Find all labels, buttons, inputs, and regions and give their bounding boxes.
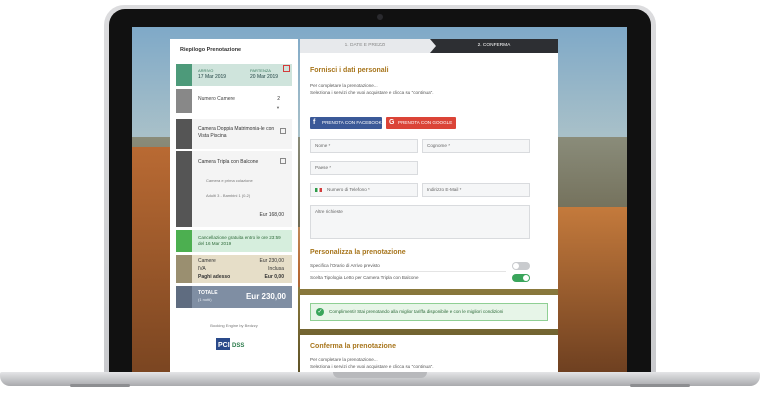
phone-placeholder: Numero di Telefono * xyxy=(327,187,370,192)
depart-date: 20 Mar 2019 xyxy=(250,74,279,80)
cart-icon xyxy=(176,286,192,308)
rooms-count-row[interactable]: Numero Camere 2 ▼ xyxy=(176,89,292,113)
room-item[interactable]: Camera Tripla con Balcone Camera e prima… xyxy=(176,151,292,227)
powered-by: Booking Engine by Bedzzy xyxy=(210,323,258,328)
booking-main-panel: 1. DATE E PREZZI 2. CONFERMA Fornisci i … xyxy=(300,39,558,375)
total-value: Inclusa xyxy=(268,266,284,272)
laptop-foot xyxy=(630,384,690,387)
option-label: Specifica l'Orario di Arrivo previsto xyxy=(310,263,380,268)
room-number-icon xyxy=(176,119,192,149)
receipt-icon xyxy=(176,255,192,283)
last-name-field[interactable]: Cognome * xyxy=(422,139,530,153)
room-board: Camera e prima colazione xyxy=(206,178,253,183)
dates-row[interactable]: ARRIVO 17 Mar 2019 PARTENZA 20 Mar 2019 xyxy=(176,64,292,86)
rooms-label: Numero Camere xyxy=(198,96,235,102)
arrive-label: ARRIVO xyxy=(198,68,214,73)
total-value: Eur 230,00 xyxy=(259,258,284,264)
background-ruins-right xyxy=(558,207,627,375)
arrival-time-toggle[interactable] xyxy=(512,262,530,270)
italy-flag-icon[interactable] xyxy=(315,188,322,192)
cancellation-text: Cancellazione gratuita entro le ore 23:5… xyxy=(198,235,281,246)
room-price: Eur 168,00 xyxy=(259,212,284,218)
totals-row: Camere Eur 230,00 IVA Inclusa Paghi ades… xyxy=(176,255,292,283)
requests-textarea[interactable]: Altre richieste xyxy=(310,205,530,239)
edit-icon[interactable] xyxy=(283,65,290,72)
collapse-icon[interactable] xyxy=(280,158,286,164)
room-item[interactable]: Camera Doppia Matrimonia-le con Vista Pi… xyxy=(176,119,292,149)
option-label: Scelta Tipologia Letto per Camera Tripla… xyxy=(310,275,419,280)
laptop-mockup: Riepilogo Prenotazione ARRIVO 17 Mar 201… xyxy=(0,0,760,410)
calendar-icon xyxy=(176,64,192,86)
total-label: IVA xyxy=(198,266,206,272)
pci-dss-logo: PCI DSS xyxy=(216,338,244,350)
google-login-button[interactable]: G PRENOTA CON GOOGLE xyxy=(386,117,456,129)
heart-icon xyxy=(176,230,192,252)
grand-total-label: TOTALE xyxy=(198,290,218,296)
country-field[interactable]: Paese * xyxy=(310,161,418,175)
google-icon: G xyxy=(389,119,395,126)
check-icon: ✓ xyxy=(316,308,324,316)
svg-text:PCI: PCI xyxy=(218,342,230,349)
room-name: Camera Tripla con Balcone xyxy=(198,159,259,165)
first-name-field[interactable]: Nome * xyxy=(310,139,418,153)
confirm-intro-line1: Per completare la prenotazione... xyxy=(310,357,378,362)
grand-total-nights: (1 notti) xyxy=(198,297,212,302)
booking-summary-panel: Riepilogo Prenotazione ARRIVO 17 Mar 201… xyxy=(170,39,298,375)
facebook-login-button[interactable]: f PRENOTA CON FACEBOOK xyxy=(310,117,382,129)
bed-icon xyxy=(176,89,192,113)
success-text: Complimenti! Stai prenotando alla miglio… xyxy=(329,309,504,314)
facebook-icon: f xyxy=(313,119,316,126)
form-intro-line2: Seleziona i servizi che vuoi acquistare … xyxy=(310,90,434,95)
success-section: ✓ Complimenti! Stai prenotando alla migl… xyxy=(300,295,558,329)
total-label: Camere xyxy=(198,258,216,264)
grand-total-row: TOTALE (1 notti) Eur 230,00 xyxy=(176,286,292,308)
laptop-notch xyxy=(333,372,427,378)
confirm-intro-line2: Seleziona i servizi che vuoi acquistare … xyxy=(310,364,434,369)
step-indicator: 1. DATE E PREZZI 2. CONFERMA xyxy=(300,39,558,53)
pci-logo-text: DSS xyxy=(232,343,244,349)
arrive-date: 17 Mar 2019 xyxy=(198,74,227,80)
success-alert: ✓ Complimenti! Stai prenotando alla migl… xyxy=(310,303,548,321)
confirm-title: Conferma la prenotazione xyxy=(310,343,396,350)
bed-type-toggle[interactable] xyxy=(512,274,530,282)
bed-type-option[interactable]: Scelta Tipologia Letto per Camera Tripla… xyxy=(310,274,530,282)
room-name: Camera Doppia Matrimonia-le con Vista Pi… xyxy=(198,126,275,139)
total-label: Paghi adesso xyxy=(198,274,231,280)
webcam-icon xyxy=(377,14,383,20)
background-ruins-left xyxy=(132,147,172,375)
rooms-value[interactable]: 2 xyxy=(277,96,280,102)
email-field[interactable]: Indirizzo E-Mail * xyxy=(422,183,530,197)
arrival-time-option[interactable]: Specifica l'Orario di Arrivo previsto xyxy=(310,262,530,272)
total-value: Eur 0,00 xyxy=(264,274,284,280)
confirm-section: Conferma la prenotazione Per completare … xyxy=(300,335,558,375)
step-dates-prices[interactable]: 1. DATE E PREZZI xyxy=(300,39,430,53)
summary-title: Riepilogo Prenotazione xyxy=(180,47,242,53)
google-button-label: PRENOTA CON GOOGLE xyxy=(398,120,453,125)
screen: Riepilogo Prenotazione ARRIVO 17 Mar 201… xyxy=(132,27,627,375)
form-intro-line1: Per completare la prenotazione... xyxy=(310,83,378,88)
expand-icon[interactable] xyxy=(280,128,286,134)
personal-data-form: Fornisci i dati personali Per completare… xyxy=(300,53,558,289)
laptop-foot xyxy=(70,384,130,387)
form-title: Fornisci i dati personali xyxy=(310,67,389,74)
facebook-button-label: PRENOTA CON FACEBOOK xyxy=(322,120,382,125)
chevron-down-icon[interactable]: ▼ xyxy=(276,105,280,110)
phone-field[interactable]: Numero di Telefono * xyxy=(310,183,418,197)
grand-total-value: Eur 230,00 xyxy=(245,292,286,301)
step-confirm[interactable]: 2. CONFERMA xyxy=(430,39,558,53)
divider xyxy=(310,271,506,272)
room-guests: Adulti 3 - Bambini 1 (0-2) xyxy=(206,193,251,198)
depart-label: PARTENZA xyxy=(250,68,271,73)
personalize-title: Personalizza la prenotazione xyxy=(310,249,406,256)
free-cancellation-row: Cancellazione gratuita entro le ore 23:5… xyxy=(176,230,292,252)
step-arrow xyxy=(430,39,436,53)
room-number-icon xyxy=(176,151,192,227)
